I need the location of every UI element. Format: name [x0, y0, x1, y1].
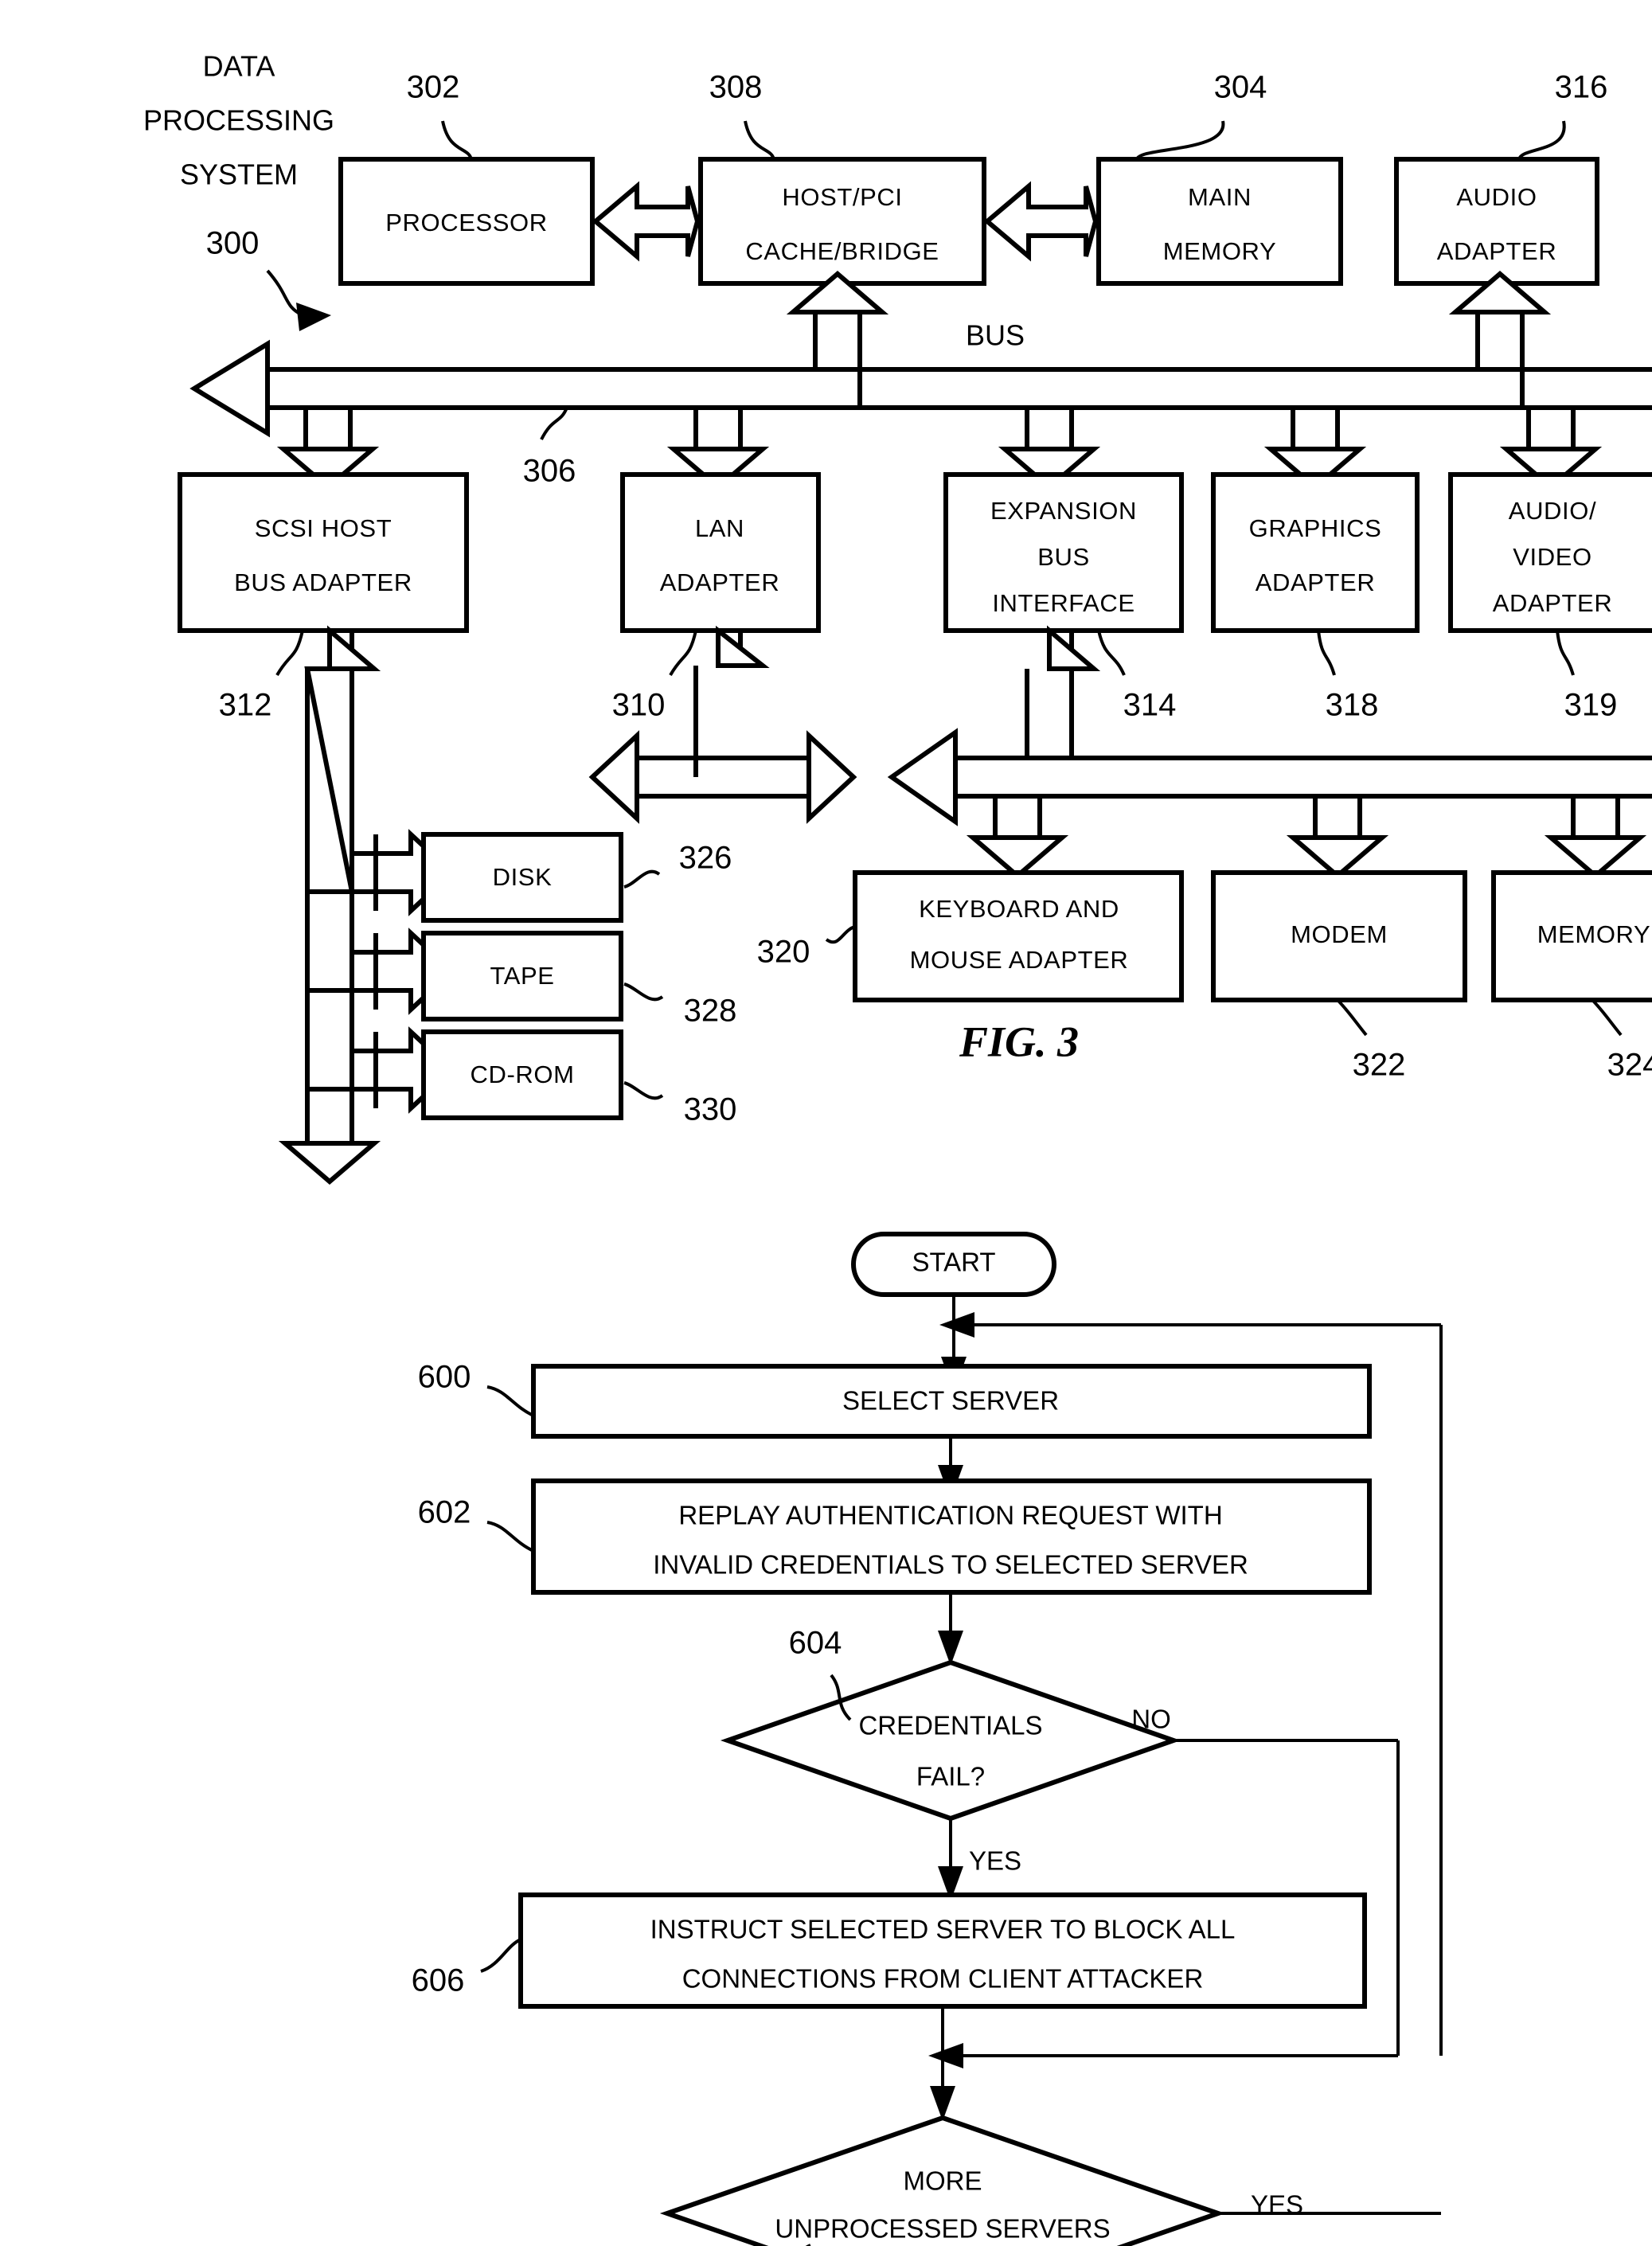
expansion-label-3: INTERFACE [992, 589, 1135, 617]
av-label-2: VIDEO [1513, 543, 1591, 571]
modem-label: MODEM [1291, 920, 1388, 948]
processor-label: PROCESSOR [385, 209, 548, 236]
graphics-label-2: ADAPTER [1256, 568, 1376, 596]
av-label-1: AUDIO/ [1509, 497, 1596, 525]
decision-604-text-1: CREDENTIALS [858, 1711, 1042, 1740]
ref-328: 328 [684, 994, 737, 1029]
ref-318: 318 [1326, 688, 1379, 723]
main-memory-label-2: MEMORY [1163, 237, 1277, 265]
box-keyboard-mouse-adapter [853, 870, 1184, 1002]
audio-adapter-label-1: AUDIO [1456, 183, 1537, 211]
expansion-label-2: BUS [1037, 543, 1090, 571]
flow-decision-604 [720, 1659, 1181, 1822]
main-bus [189, 339, 1652, 438]
expansion-label-1: EXPANSION [990, 497, 1137, 525]
ref-314: 314 [1123, 688, 1177, 723]
step-602-text-1: REPLAY AUTHENTICATION REQUEST WITH [678, 1501, 1222, 1530]
audio-adapter-label-2: ADAPTER [1437, 237, 1557, 265]
scsi-label-1: SCSI HOST [255, 514, 392, 542]
step-606-text-2: CONNECTIONS FROM CLIENT ATTACKER [682, 1964, 1204, 1994]
ref-306: 306 [523, 454, 576, 489]
step-606-text-1: INSTRUCT SELECTED SERVER TO BLOCK ALL [650, 1915, 1236, 1944]
ref-600: 600 [418, 1360, 471, 1395]
box-graphics-adapter [1211, 472, 1420, 633]
ref-304: 304 [1214, 70, 1267, 105]
start-label: START [912, 1248, 995, 1277]
memory-label: MEMORY [1537, 920, 1651, 948]
system-title-line-2: PROCESSING [143, 104, 334, 137]
system-title-line-1: DATA [203, 50, 275, 83]
ref-330: 330 [684, 1092, 737, 1127]
ref-324: 324 [1607, 1048, 1652, 1083]
system-title-line-3: SYSTEM [180, 158, 298, 191]
decision-604-text-2: FAIL? [916, 1762, 985, 1791]
ref-302: 302 [407, 70, 460, 105]
decision-604-yes-label: YES [969, 1846, 1021, 1876]
box-lan-adapter [620, 472, 821, 633]
cdrom-label: CD-ROM [470, 1061, 574, 1088]
av-label-3: ADAPTER [1493, 589, 1613, 617]
lan-label-1: LAN [695, 514, 744, 542]
ref-312: 312 [219, 688, 272, 723]
step-602-text-2: INVALID CREDENTIALS TO SELECTED SERVER [653, 1550, 1248, 1580]
ref-604: 604 [789, 1626, 842, 1661]
fig3-caption: FIG. 3 [959, 1018, 1079, 1065]
box-scsi-host-bus-adapter [178, 472, 469, 633]
ref-300: 300 [206, 226, 260, 261]
host-pci-label-2: CACHE/BRIDGE [745, 237, 939, 265]
decision-608-yes-label: YES [1251, 2190, 1303, 2220]
decision-608-text-2: UNPROCESSED SERVERS [775, 2214, 1110, 2244]
disk-label: DISK [493, 863, 553, 891]
ref-606: 606 [412, 1963, 465, 1998]
kbd-label-2: MOUSE ADAPTER [910, 946, 1129, 974]
step-600-text: SELECT SERVER [842, 1386, 1059, 1416]
ref-308: 308 [709, 70, 763, 105]
ref-602: 602 [418, 1495, 471, 1530]
ref-319: 319 [1564, 688, 1618, 723]
expansion-bus [887, 728, 1652, 826]
scsi-label-2: BUS ADAPTER [234, 568, 412, 596]
tape-label: TAPE [490, 962, 554, 990]
ref-322: 322 [1353, 1048, 1406, 1083]
ref-320: 320 [757, 935, 810, 970]
ref-326: 326 [679, 841, 732, 876]
lan-label-2: ADAPTER [660, 568, 780, 596]
ref-310: 310 [612, 688, 666, 723]
graphics-label-1: GRAPHICS [1249, 514, 1382, 542]
kbd-label-1: KEYBOARD AND [919, 895, 1119, 923]
decision-604-no-label: NO [1131, 1705, 1171, 1734]
patent-drawing-sheet: DATA PROCESSING SYSTEM 300 PROCESSOR 302… [0, 0, 1652, 2246]
decision-608-text-1: MORE [904, 2166, 982, 2196]
ref-316: 316 [1555, 70, 1608, 105]
host-pci-label-1: HOST/PCI [782, 183, 902, 211]
main-memory-label-1: MAIN [1188, 183, 1252, 211]
bus-label: BUS [966, 319, 1025, 352]
